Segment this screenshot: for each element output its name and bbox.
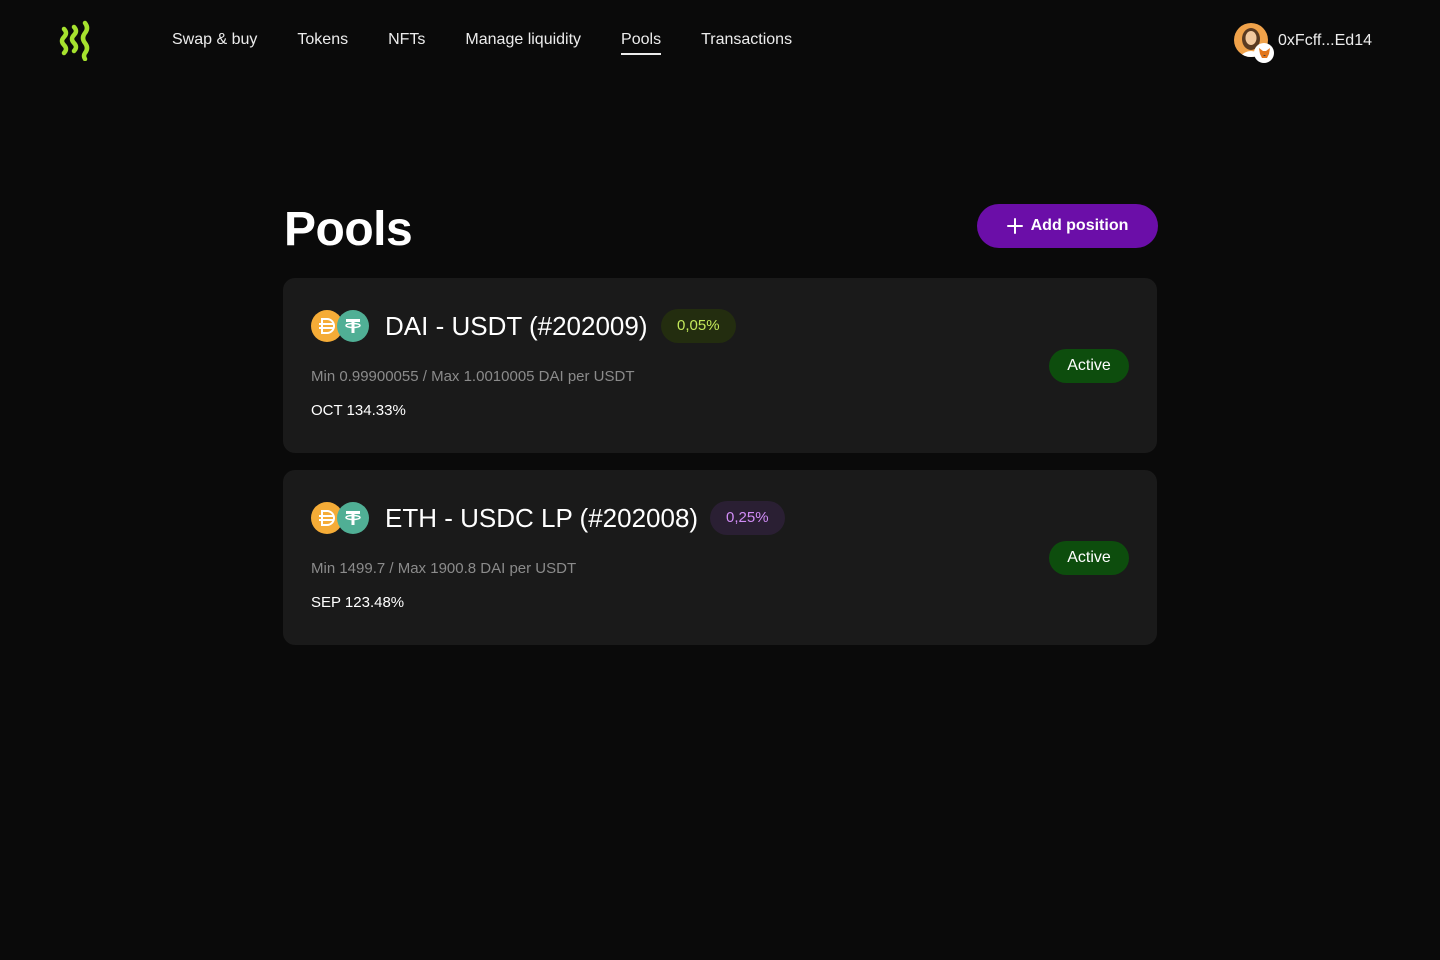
status-badge: Active <box>1049 541 1129 575</box>
add-position-label: Add position <box>1030 217 1129 234</box>
usdt-icon <box>337 502 369 534</box>
pool-name: DAI - USDT (#202009) <box>385 311 648 341</box>
metamask-fox-icon <box>1254 43 1275 63</box>
apr-value: SEP 123.48% <box>311 594 405 611</box>
pool-card[interactable]: ETH - USDC LP (#202008) 0,25% Min 1499.7… <box>283 470 1157 645</box>
brand-logo-icon[interactable] <box>58 19 92 62</box>
nav-nfts[interactable]: NFTs <box>388 29 425 51</box>
avatar <box>1234 23 1275 63</box>
nav-manage-liquidity[interactable]: Manage liquidity <box>465 29 581 51</box>
page-title: Pools <box>284 203 413 256</box>
fee-badge: 0,25% <box>710 501 785 535</box>
nav-pools[interactable]: Pools <box>621 29 662 55</box>
fee-badge: 0,05% <box>661 309 736 343</box>
add-position-button[interactable]: Add position <box>977 204 1158 248</box>
account-address: 0xFcff...Ed14 <box>1278 32 1372 49</box>
main-nav: Swap & buy Tokens NFTs Manage liquidity … <box>172 29 792 55</box>
usdt-icon <box>337 310 369 342</box>
account-button[interactable]: 0xFcff...Ed14 <box>1234 23 1372 63</box>
apr-value: OCT 134.33% <box>311 402 406 419</box>
status-badge: Active <box>1049 349 1129 383</box>
pool-name: ETH - USDC LP (#202008) <box>385 503 699 533</box>
pool-card[interactable]: DAI - USDT (#202009) 0,05% Min 0.9990005… <box>283 278 1157 453</box>
token-pair-icons <box>311 502 369 534</box>
nav-tokens[interactable]: Tokens <box>297 29 348 51</box>
price-range: Min 0.99900055 / Max 1.0010005 DAI per U… <box>311 368 635 385</box>
top-header: Swap & buy Tokens NFTs Manage liquidity … <box>0 0 1440 80</box>
nav-transactions[interactable]: Transactions <box>701 29 792 51</box>
price-range: Min 1499.7 / Max 1900.8 DAI per USDT <box>311 560 577 577</box>
nav-swap-buy[interactable]: Swap & buy <box>172 29 257 51</box>
token-pair-icons <box>311 310 369 342</box>
plus-icon <box>1006 218 1023 234</box>
